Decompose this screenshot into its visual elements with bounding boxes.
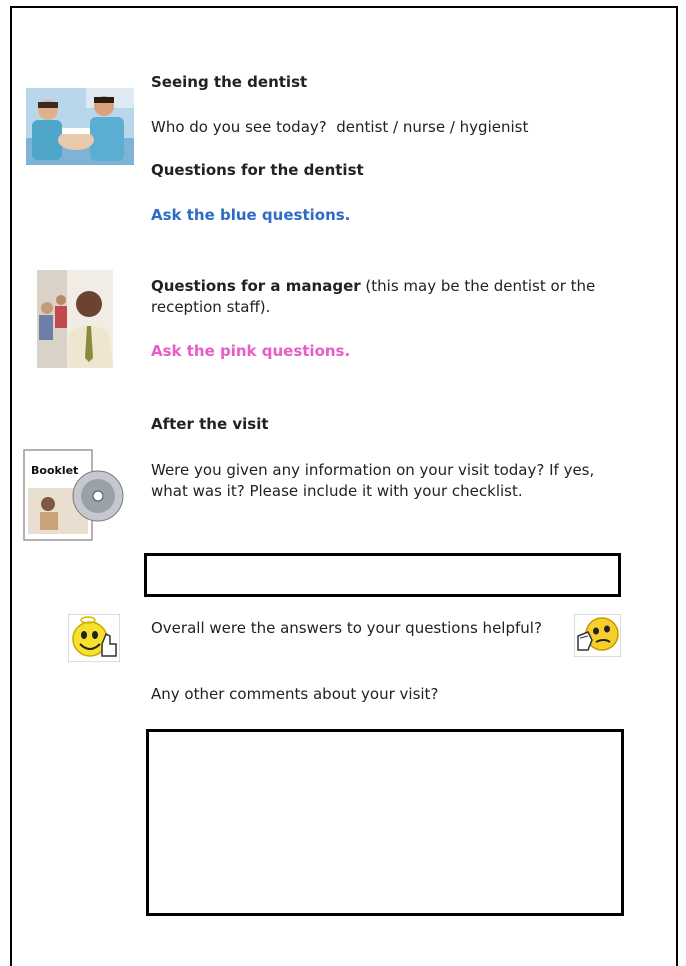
manager-heading: Questions for a manager [151,277,361,295]
smiley-thinking-icon [574,614,621,657]
other-comments-question: Any other comments about your visit? [151,685,439,703]
booklet-cd-icon: Booklet [22,448,126,542]
comments-answer-box[interactable] [146,729,624,916]
information-answer-box[interactable] [144,553,621,597]
manager-questions-text: Questions for a manager (this may be the… [151,276,621,318]
manager-photo-icon [37,270,113,368]
smiley-thumbs-up-icon [68,614,120,662]
pink-questions-instruction: Ask the pink questions. [151,342,351,360]
information-given-question: Were you given any information on your v… [151,461,595,500]
section-title-after-visit: After the visit [151,415,269,433]
section-title-seeing-dentist: Seeing the dentist [151,73,308,91]
dentist-photo-icon [26,88,134,165]
booklet-label: Booklet [31,464,79,477]
blue-questions-instruction: Ask the blue questions. [151,206,351,224]
answers-helpful-question: Overall were the answers to your questio… [151,619,542,637]
who-do-you-see-question: Who do you see today? dentist / nurse / … [151,118,529,136]
questions-for-dentist-heading: Questions for the dentist [151,161,364,179]
